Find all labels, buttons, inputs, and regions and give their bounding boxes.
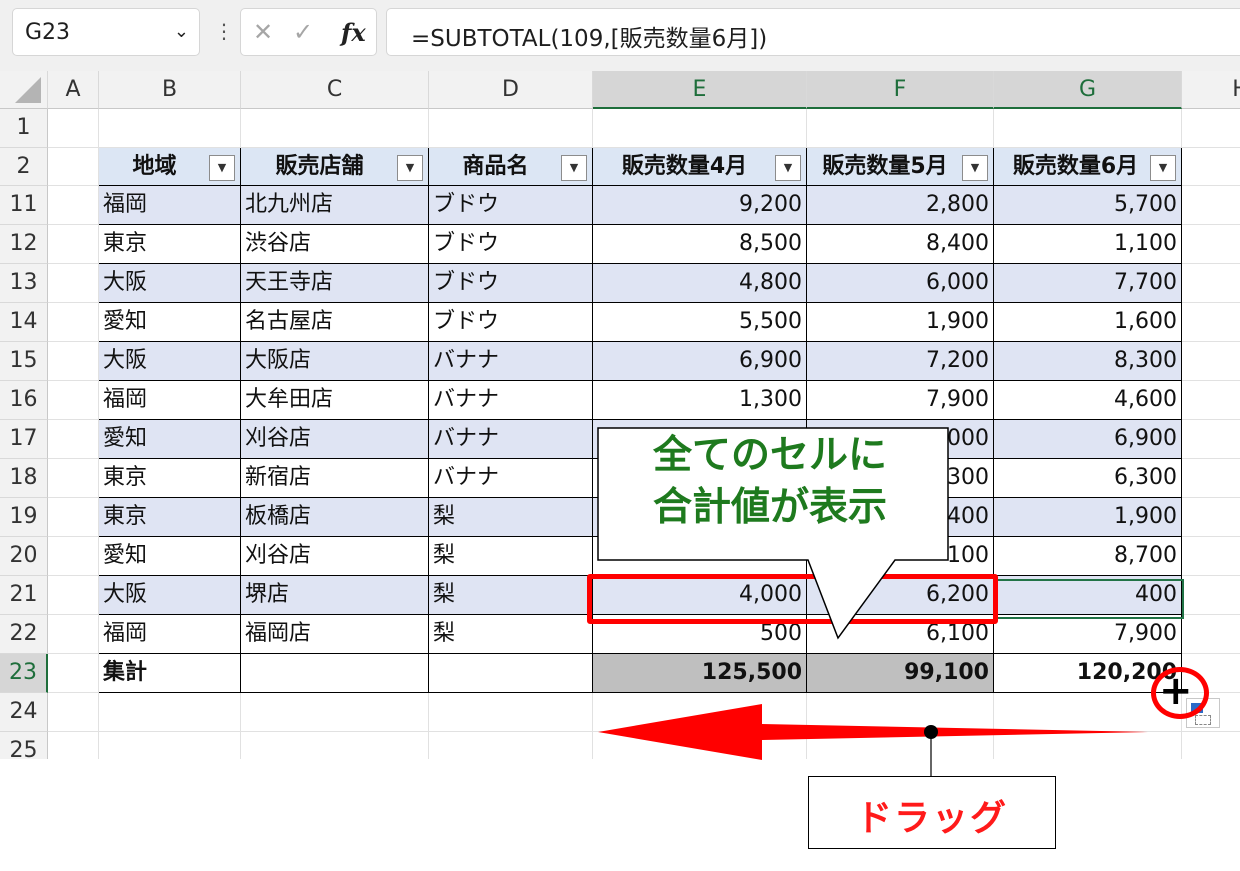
callout-text: 全てのセルに 合計値が表示 <box>600 430 940 534</box>
drag-pointer-dot <box>924 725 938 739</box>
drag-label: ドラッグ <box>855 798 1008 839</box>
callout-line-1: 全てのセルに <box>652 433 887 478</box>
drag-label-box: ドラッグ <box>808 776 1056 849</box>
drag-arrow-icon <box>598 704 1148 760</box>
callout-line-2: 合計値が表示 <box>652 485 887 530</box>
